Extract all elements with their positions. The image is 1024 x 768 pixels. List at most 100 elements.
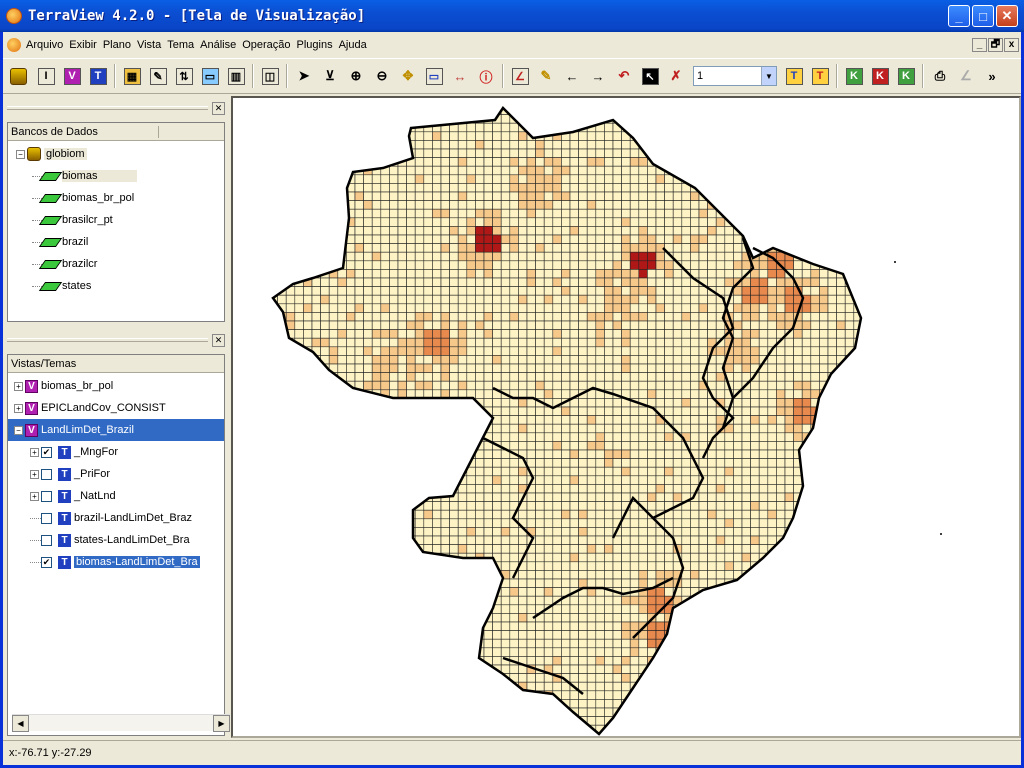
menu-analise[interactable]: Análise (197, 39, 239, 51)
edit-legend-icon[interactable]: ▦ (121, 65, 143, 87)
theme-item[interactable]: + ✔ T _MngFor (30, 441, 224, 463)
menu-exibir[interactable]: Exibir (66, 39, 100, 51)
theme-checkbox[interactable] (41, 468, 52, 480)
back-arrow-icon[interactable]: ← (561, 65, 583, 87)
menu-vista[interactable]: Vista (134, 39, 164, 51)
scroll-left-icon[interactable]: ◀ (12, 715, 29, 732)
theme-item[interactable]: Tbrazil-LandLimDet_Braz (30, 507, 224, 529)
collapse-icon[interactable]: − (16, 149, 25, 159)
measure-icon[interactable]: ↔ (449, 65, 471, 87)
terraview-app-icon[interactable] (6, 8, 22, 24)
menu-plano[interactable]: Plano (100, 39, 134, 51)
grid-cell (466, 355, 476, 365)
expand-icon[interactable]: + (30, 447, 39, 457)
expand-icon[interactable]: + (30, 491, 39, 501)
theme-item[interactable]: + T _PriFor (30, 463, 224, 485)
menu-arquivo[interactable]: Arquivo (23, 39, 66, 51)
ek-icon[interactable]: K (869, 65, 891, 87)
import-layer-icon[interactable]: I (35, 65, 57, 87)
menu-operacao[interactable]: Operação (239, 39, 293, 51)
zoom-out-icon[interactable]: ⊖ (371, 65, 393, 87)
view-item[interactable]: + Vbiomas_br_pol (14, 375, 224, 397)
layer-item[interactable]: biomas (32, 165, 224, 187)
scale-combo[interactable]: 1 ▼ (693, 66, 777, 86)
views-panel-close-icon[interactable]: ✕ (212, 333, 225, 347)
database-panel-header[interactable]: Bancos de Dados (11, 125, 159, 138)
grid-cell (552, 415, 562, 425)
theme-item-selected[interactable]: ✔ Tbiomas-LandLimDet_Bra (30, 551, 224, 573)
layer-item[interactable]: brasilcr_pt (32, 209, 224, 231)
pan-icon[interactable]: ✥ (397, 65, 419, 87)
kernel-icon[interactable]: K (843, 65, 865, 87)
text-tf-icon[interactable]: T (809, 65, 831, 87)
views-panel-grip[interactable]: ✕ (7, 332, 225, 348)
theme-checkbox[interactable]: ✔ (41, 446, 52, 458)
more-tools-icon[interactable]: » (981, 65, 1003, 87)
grid-cell (844, 131, 855, 141)
horizontal-scrollbar[interactable]: ◀ ▶ (12, 714, 230, 732)
title-bar[interactable]: TerraView 4.2.0 - [Tela de Visualização]… (0, 0, 1024, 32)
query-icon[interactable]: ⇅ (173, 65, 195, 87)
grid-icon[interactable]: ▥ (225, 65, 247, 87)
grid-cell (586, 613, 597, 623)
visual-icon[interactable]: ✎ (147, 65, 169, 87)
layer-item[interactable]: biomas_br_pol (32, 187, 224, 209)
menu-tema[interactable]: Tema (164, 39, 197, 51)
grid-cell (389, 587, 399, 597)
scroll-right-icon[interactable]: ▶ (213, 715, 230, 732)
expand-icon[interactable]: + (14, 381, 23, 391)
delete-select-icon[interactable]: ✗ (665, 65, 687, 87)
document-icon[interactable] (7, 38, 21, 52)
doc-restore-button[interactable]: 🗗 (988, 38, 1003, 52)
brazil-grid-map[interactable] (233, 98, 1019, 736)
edit-pencil-icon[interactable]: ✎ (535, 65, 557, 87)
view-item[interactable]: + V EPICLandCov_CONSIST (14, 397, 224, 419)
zoom-extent-icon[interactable]: ▭ (423, 65, 445, 87)
menu-plugins[interactable]: Plugins (294, 39, 336, 51)
grid-cell (707, 570, 717, 580)
theme-icon[interactable]: T (87, 65, 109, 87)
map-canvas[interactable] (231, 96, 1021, 738)
zoom-in-icon[interactable]: ⊕ (345, 65, 367, 87)
theme-checkbox[interactable] (41, 512, 52, 524)
info-icon[interactable]: ⓘ (475, 65, 497, 87)
view-item-selected[interactable]: − V LandLimDet_Brazil (8, 419, 224, 441)
grid-cell (466, 621, 476, 631)
layer-item[interactable]: brazilcr (32, 253, 224, 275)
chevron-down-icon[interactable]: ▼ (761, 67, 776, 85)
grid-cell (801, 664, 812, 674)
view-icon[interactable]: V (61, 65, 83, 87)
expand-icon[interactable]: + (30, 469, 39, 479)
minimize-button[interactable]: _ (948, 5, 970, 27)
menu-ajuda[interactable]: Ajuda (336, 39, 370, 51)
layer-item[interactable]: states (32, 275, 224, 297)
expand-icon[interactable]: + (14, 403, 23, 413)
collapse-icon[interactable]: − (14, 425, 23, 435)
tk-icon[interactable]: K (895, 65, 917, 87)
maximize-button[interactable]: □ (972, 5, 994, 27)
table-icon[interactable]: ◫ (259, 65, 281, 87)
cursor-select-icon[interactable]: ↖ (639, 65, 661, 87)
theme-checkbox[interactable] (41, 534, 52, 546)
select-icon[interactable]: ⊻ (319, 65, 341, 87)
db-panel-close-icon[interactable]: ✕ (212, 101, 225, 115)
forward-arrow-icon[interactable]: → (587, 65, 609, 87)
grid-cell (586, 200, 597, 210)
database-icon[interactable] (9, 65, 31, 87)
doc-minimize-button[interactable]: _ (972, 38, 987, 52)
undo-icon[interactable]: ↶ (613, 65, 635, 87)
doc-close-button[interactable]: x (1004, 38, 1019, 52)
pointer-icon[interactable]: ➤ (293, 65, 315, 87)
print-icon[interactable]: ⎙ (929, 65, 951, 87)
theme-checkbox[interactable]: ✔ (41, 556, 52, 568)
display-icon[interactable]: ▭ (199, 65, 221, 87)
db-panel-grip[interactable]: ✕ (7, 100, 225, 116)
text-t-icon[interactable]: T (783, 65, 805, 87)
theme-item[interactable]: Tstates-LandLimDet_Bra (30, 529, 224, 551)
draw-icon[interactable]: ∠ (509, 65, 531, 87)
close-button[interactable]: ✕ (996, 5, 1018, 27)
layer-item[interactable]: brazil (32, 231, 224, 253)
theme-checkbox[interactable] (41, 490, 52, 502)
db-root-globiom[interactable]: − globiom (16, 143, 224, 165)
theme-item[interactable]: + T _NatLnd (30, 485, 224, 507)
